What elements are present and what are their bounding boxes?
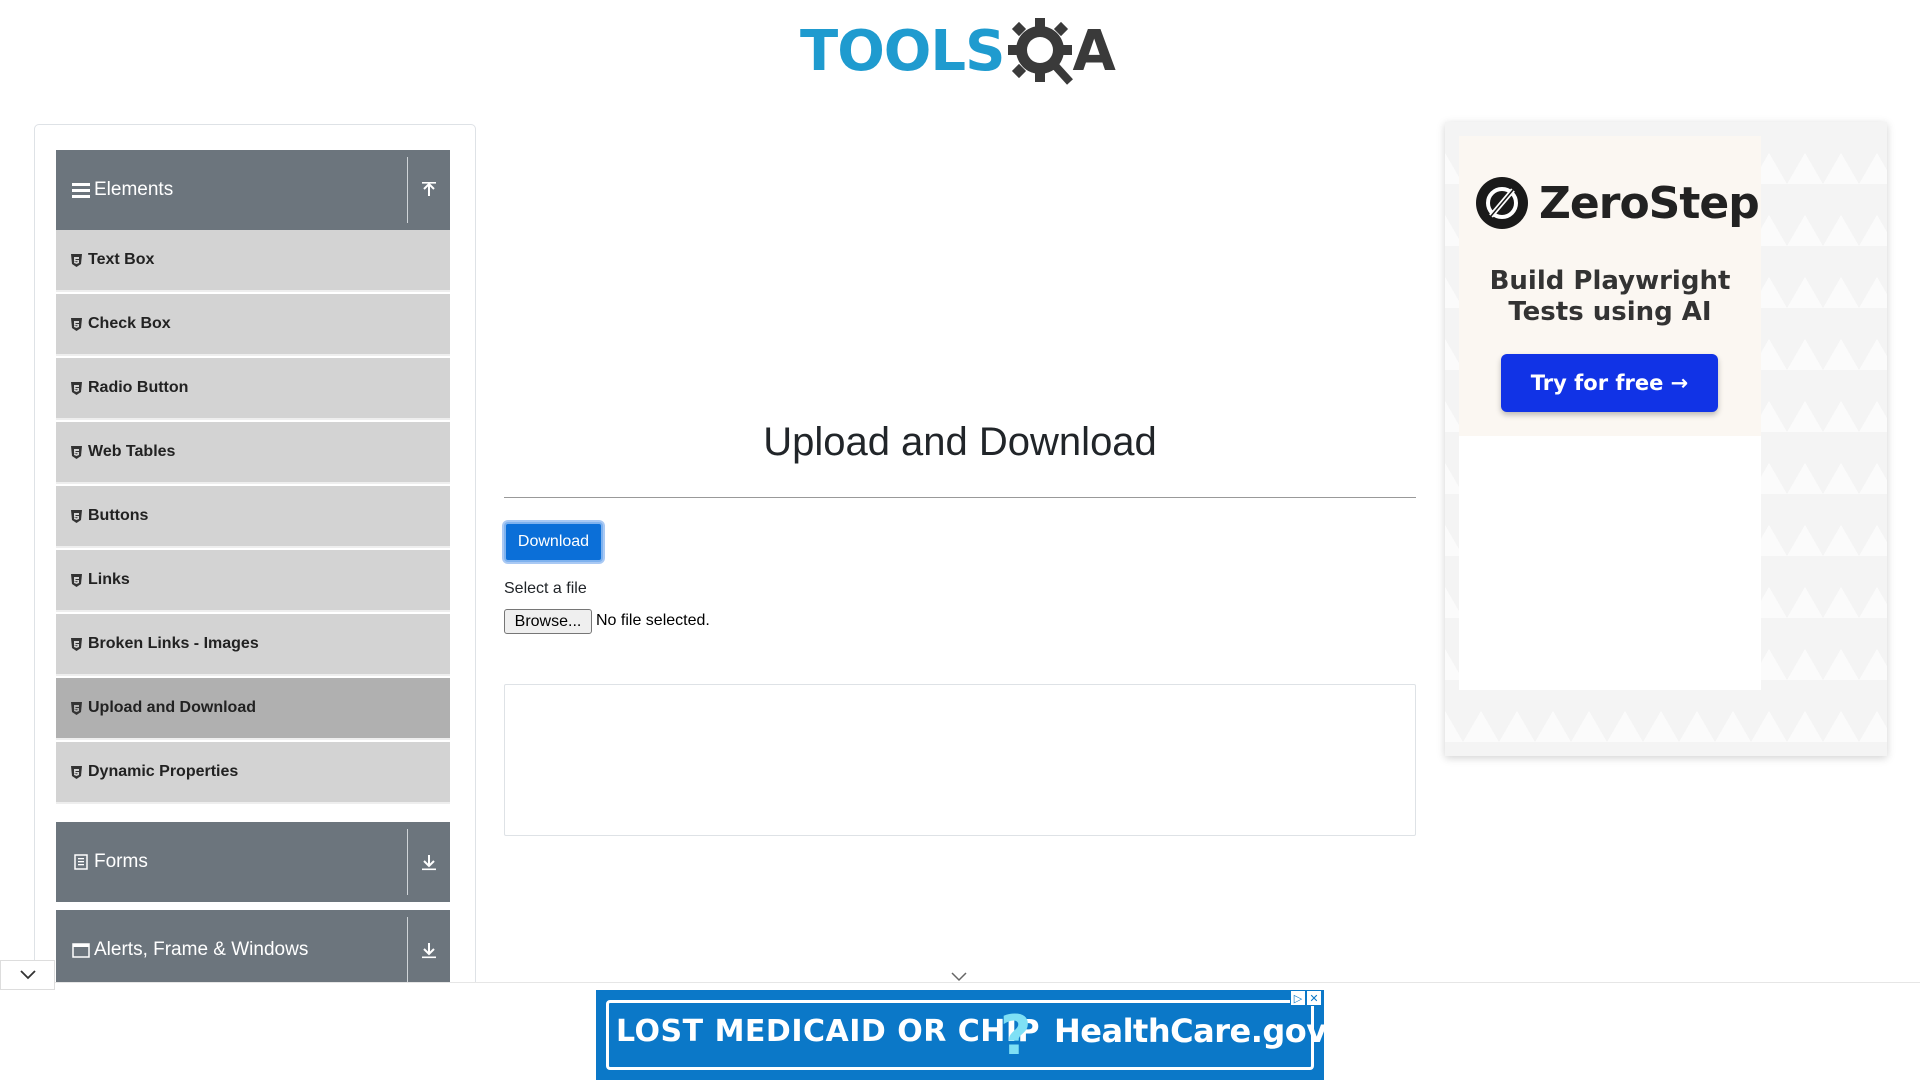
divider [407,917,408,983]
shield-icon [70,253,82,267]
ad-brand: ZeroStep [1475,176,1760,230]
sidebar-item-label: Links [88,571,130,588]
sidebar-item-label: Radio Button [88,379,189,396]
ad-brand-text: HealthCare.gov [1054,1012,1324,1050]
ad-card[interactable]: ZeroStep Build Playwright Tests using AI… [1459,136,1761,436]
sidebar-item-label: Upload and Download [88,699,256,716]
question-mark-icon: ? [1000,1004,1032,1067]
title-divider [504,497,1416,498]
sidebar-item-label: Dynamic Properties [88,763,239,780]
ad-info-icon[interactable]: ▷ [1290,990,1306,1006]
bottom-banner-ad[interactable]: LOST MEDICAID OR CHIP ? HealthCare.gov ▷… [596,990,1324,1080]
divider [407,829,408,895]
group-header-forms[interactable]: Forms [56,822,450,902]
page-title: Upload and Download [763,420,1157,464]
ad-headline: LOST MEDICAID OR CHIP [616,1014,1041,1049]
sidebar-item-links[interactable]: Links [56,550,450,612]
select-file-label: Select a file [504,580,587,597]
expand-down-icon[interactable] [408,910,450,990]
sidebar-item-label: Web Tables [88,443,176,460]
hamburger-icon [72,181,90,199]
form-icon [72,853,90,871]
collapse-ad-button[interactable] [0,960,55,990]
sidebar-item-buttons[interactable]: Buttons [56,486,450,548]
logo-qa-mark: A [1006,16,1116,88]
browse-file-button[interactable]: Browse... [504,609,592,634]
chevron-down-icon[interactable] [949,970,969,984]
ad-choices[interactable]: ▷ ✕ [1290,990,1322,1006]
sidebar: Elements Text Box Check Box Radio Button… [34,124,476,994]
zerostep-logo-icon [1476,177,1528,229]
ad-blank-area [1459,436,1761,690]
side-advertisement[interactable]: ZeroStep Build Playwright Tests using AI… [1445,122,1887,756]
sidebar-item-label: Broken Links - Images [88,635,259,652]
sidebar-item-text-box[interactable]: Text Box [56,230,450,292]
shield-icon [70,317,82,331]
ad-tagline-line2: Tests using AI [1508,297,1712,327]
ad-tagline-line1: Build Playwright [1489,266,1731,296]
group-label: Elements [94,179,174,200]
window-icon [72,941,90,959]
ad-brand-name: ZeroStep [1539,177,1760,229]
sidebar-item-label: Buttons [88,507,149,524]
logo-letter-a: A [1072,19,1116,84]
sidebar-item-label: Check Box [88,315,171,332]
shield-icon [70,381,82,395]
collapse-up-icon[interactable] [408,150,450,230]
sidebar-item-label: Text Box [88,251,155,268]
file-status-text: No file selected. [596,612,710,629]
ad-close-icon[interactable]: ✕ [1306,990,1322,1006]
group-header-alerts-frame-windows[interactable]: Alerts, Frame & Windows [56,910,450,990]
sidebar-item-web-tables[interactable]: Web Tables [56,422,450,484]
ad-try-free-button[interactable]: Try for free → [1501,354,1718,412]
sidebar-item-check-box[interactable]: Check Box [56,294,450,356]
shield-icon [70,765,82,779]
toolsqa-logo[interactable]: TOOLS A [800,14,1125,90]
ad-tagline: Build Playwright Tests using AI [1459,266,1761,328]
group-label: Alerts, Frame & Windows [94,939,309,960]
group-header-elements[interactable]: Elements [56,150,450,230]
download-button[interactable]: Download [504,522,603,562]
divider [407,157,408,223]
uploaded-file-path-box [504,684,1416,836]
sidebar-item-broken-links-images[interactable]: Broken Links - Images [56,614,450,676]
shield-icon [70,573,82,587]
group-label: Forms [94,851,148,872]
logo-text: TOOLS [800,19,1005,84]
shield-icon [70,445,82,459]
sidebar-item-dynamic-properties[interactable]: Dynamic Properties [56,742,450,804]
shield-icon [70,637,82,651]
shield-icon [70,509,82,523]
shield-icon [70,701,82,715]
chevron-down-icon [19,970,36,980]
sidebar-item-radio-button[interactable]: Radio Button [56,358,450,420]
sidebar-item-upload-and-download[interactable]: Upload and Download [56,678,450,740]
gear-icon [1008,18,1074,85]
expand-down-icon[interactable] [408,822,450,902]
